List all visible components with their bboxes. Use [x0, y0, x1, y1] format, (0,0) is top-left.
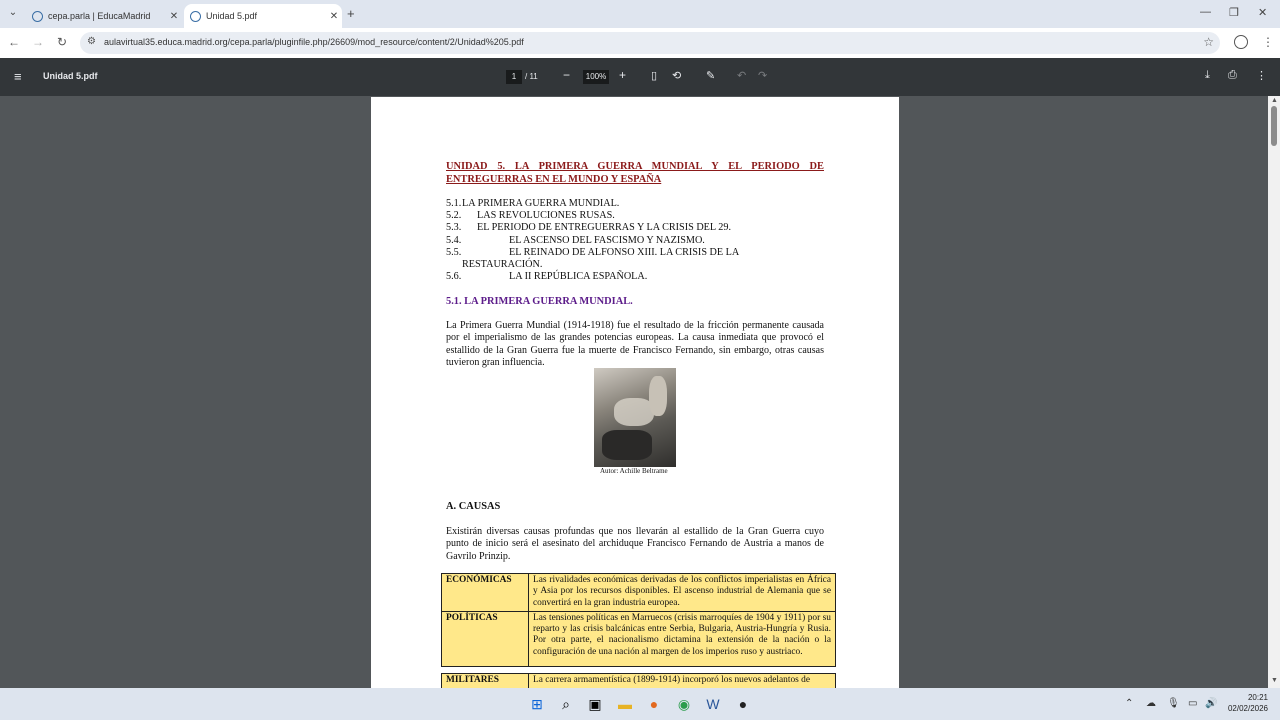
microphone-icon[interactable]: 🎙 — [1167, 698, 1180, 709]
zoom-out-icon[interactable]: − — [563, 68, 570, 82]
toc-number: 5.1. — [446, 198, 462, 209]
page-number-input[interactable]: 1 — [506, 70, 522, 84]
table-row: MILITARES La carrera armamentística (189… — [441, 672, 836, 688]
volume-icon[interactable]: 🔊 — [1205, 698, 1217, 709]
address-bar-row: ← → ↻ ⚙ aulavirtual35.educa.madrid.org/c… — [0, 28, 1280, 58]
cause-description: La carrera armamentística (1899-1914) in… — [528, 672, 836, 688]
display-icon[interactable]: ▭ — [1188, 698, 1197, 709]
pdf-toolbar: ≡ Unidad 5.pdf 1 / 11 − 100% + ▯ ⟲ ✎ ↶ ↷… — [0, 58, 1280, 96]
profile-avatar-icon[interactable] — [1234, 35, 1248, 49]
tab-search-icon[interactable]: ⌄ — [6, 6, 20, 20]
toc-text: LA PRIMERA GUERRA MUNDIAL. — [462, 198, 620, 209]
table-row: POLÍTICAS Las tensiones políticas en Mar… — [441, 610, 836, 668]
cause-description: Las tensiones políticas en Marruecos (cr… — [528, 610, 836, 668]
clock-time: 20:21 — [1247, 693, 1268, 702]
cause-type: ECONÓMICAS — [441, 573, 529, 612]
cause-type: MILITARES — [441, 672, 529, 688]
fit-page-icon[interactable]: ▯ — [651, 69, 657, 82]
site-info-icon[interactable]: ⚙ — [87, 36, 96, 47]
toc-text: LA II REPÚBLICA ESPAÑOLA. — [509, 271, 648, 282]
download-icon[interactable]: ⤓ — [1205, 69, 1210, 82]
mouse-cursor-icon: ➤ — [483, 542, 494, 556]
toc-text: LAS REVOLUCIONES RUSAS. — [477, 210, 615, 221]
tab-unidad-pdf[interactable]: Unidad 5.pdf ✕ — [184, 4, 342, 28]
close-window-icon[interactable]: ✕ — [1258, 6, 1267, 19]
table-row: ECONÓMICAS Las rivalidades económicas de… — [441, 573, 836, 612]
toc-number: 5.3. — [446, 222, 462, 233]
bookmark-star-icon[interactable]: ☆ — [1203, 35, 1214, 49]
image-caption: Autor: Achille Beltrame — [600, 467, 668, 475]
url-text[interactable]: aulavirtual35.educa.madrid.org/cepa.parl… — [104, 37, 524, 47]
tab-title: Unidad 5.pdf — [206, 11, 258, 21]
causes-paragraph: Existirán diversas causas profundas que … — [446, 526, 824, 562]
intro-paragraph: La Primera Guerra Mundial (1914-1918) fu… — [446, 320, 824, 369]
page-total: / 11 — [525, 72, 538, 81]
reload-icon[interactable]: ↻ — [54, 35, 70, 49]
network-icon[interactable]: ☁ — [1146, 698, 1156, 709]
firefox-icon[interactable]: ● — [645, 695, 663, 713]
tab-title: cepa.parla | EducaMadrid — [48, 11, 151, 21]
word-icon[interactable]: W — [704, 695, 722, 713]
close-tab-icon[interactable]: ✕ — [166, 11, 182, 22]
pdf-viewer[interactable]: UNIDAD 5. LA PRIMERA GUERRA MUNDIAL Y EL… — [0, 96, 1280, 688]
omnibox[interactable]: ⚙ aulavirtual35.educa.madrid.org/cepa.pa… — [80, 32, 1220, 54]
app-icon[interactable]: ● — [734, 695, 752, 713]
toc-number: 5.4. — [446, 235, 462, 246]
scroll-up-icon[interactable]: ▲ — [1271, 97, 1278, 104]
clock-date: 02/02/2026 — [1227, 704, 1268, 713]
undo-icon[interactable]: ↶ — [737, 69, 746, 82]
more-options-icon[interactable]: ⋮ — [1256, 69, 1267, 82]
toc-text: EL ASCENSO DEL FASCISMO Y NAZISMO. — [509, 235, 705, 246]
minimize-icon[interactable]: — — [1200, 6, 1211, 18]
toc-text: EL PERIODO DE ENTREGUERRAS Y LA CRISIS D… — [477, 222, 732, 233]
rotate-icon[interactable]: ⟲ — [672, 69, 681, 82]
file-explorer-icon[interactable]: ▬ — [616, 695, 634, 713]
pdf-page: UNIDAD 5. LA PRIMERA GUERRA MUNDIAL Y EL… — [371, 97, 899, 688]
causes-heading: A. CAUSAS — [446, 501, 501, 512]
section-title: 5.1. LA PRIMERA GUERRA MUNDIAL. — [446, 296, 633, 307]
document-title: Unidad 5.pdf — [43, 71, 98, 81]
scrollbar[interactable] — [1268, 96, 1280, 688]
windows-start-icon[interactable]: ⊞ — [528, 695, 546, 713]
document-heading: UNIDAD 5. LA PRIMERA GUERRA MUNDIAL Y EL… — [446, 161, 824, 185]
cause-description: Las rivalidades económicas derivadas de … — [528, 573, 836, 612]
zoom-in-icon[interactable]: + — [619, 68, 626, 82]
redo-icon[interactable]: ↷ — [758, 69, 767, 82]
historical-illustration — [594, 368, 676, 467]
show-hidden-icons[interactable]: ⌃ — [1125, 698, 1133, 709]
system-clock[interactable]: 20:21 02/02/2026 — [1222, 692, 1268, 714]
cause-type: POLÍTICAS — [441, 610, 529, 668]
causes-table-continued: MILITARES La carrera armamentística (189… — [441, 672, 836, 688]
sidebar-menu-icon[interactable]: ≡ — [14, 69, 22, 84]
toc-number: 5.5. — [446, 247, 462, 258]
tab-educamadrid[interactable]: cepa.parla | EducaMadrid ✕ — [26, 4, 182, 28]
chrome-icon[interactable]: ◉ — [675, 695, 693, 713]
zoom-input[interactable]: 100% — [583, 70, 609, 84]
print-icon[interactable]: ⎙ — [1228, 69, 1237, 82]
scrollbar-thumb[interactable] — [1271, 106, 1277, 146]
toc-number: 5.6. — [446, 271, 462, 282]
forward-icon[interactable]: → — [30, 35, 46, 49]
maximize-icon[interactable]: ❐ — [1229, 6, 1239, 19]
tab-strip: ⌄ cepa.parla | EducaMadrid ✕ Unidad 5.pd… — [0, 0, 1280, 28]
browser-menu-icon[interactable]: ⋮ — [1262, 35, 1274, 49]
new-tab-button[interactable]: + — [347, 6, 355, 21]
toc-text: EL REINADO DE ALFONSO XIII. LA CRISIS DE… — [509, 247, 740, 258]
taskbar: ⊞ ⌕ ▣ ▬ ● ◉ W ● ⌃ ☁ 🎙 ▭ 🔊 20:21 02/02/20… — [0, 688, 1280, 720]
toc-number: 5.2. — [446, 210, 462, 221]
back-icon[interactable]: ← — [6, 35, 22, 49]
close-tab-icon[interactable]: ✕ — [326, 11, 342, 22]
search-icon[interactable]: ⌕ — [557, 695, 575, 713]
task-view-icon[interactable]: ▣ — [586, 695, 604, 713]
toc-text-continued: RESTAURACIÓN. — [462, 259, 543, 270]
annotate-icon[interactable]: ✎ — [706, 69, 715, 82]
globe-icon — [190, 10, 201, 22]
causes-table: ECONÓMICAS Las rivalidades económicas de… — [441, 573, 836, 668]
scroll-down-icon[interactable]: ▼ — [1271, 677, 1278, 684]
globe-icon — [32, 10, 43, 22]
